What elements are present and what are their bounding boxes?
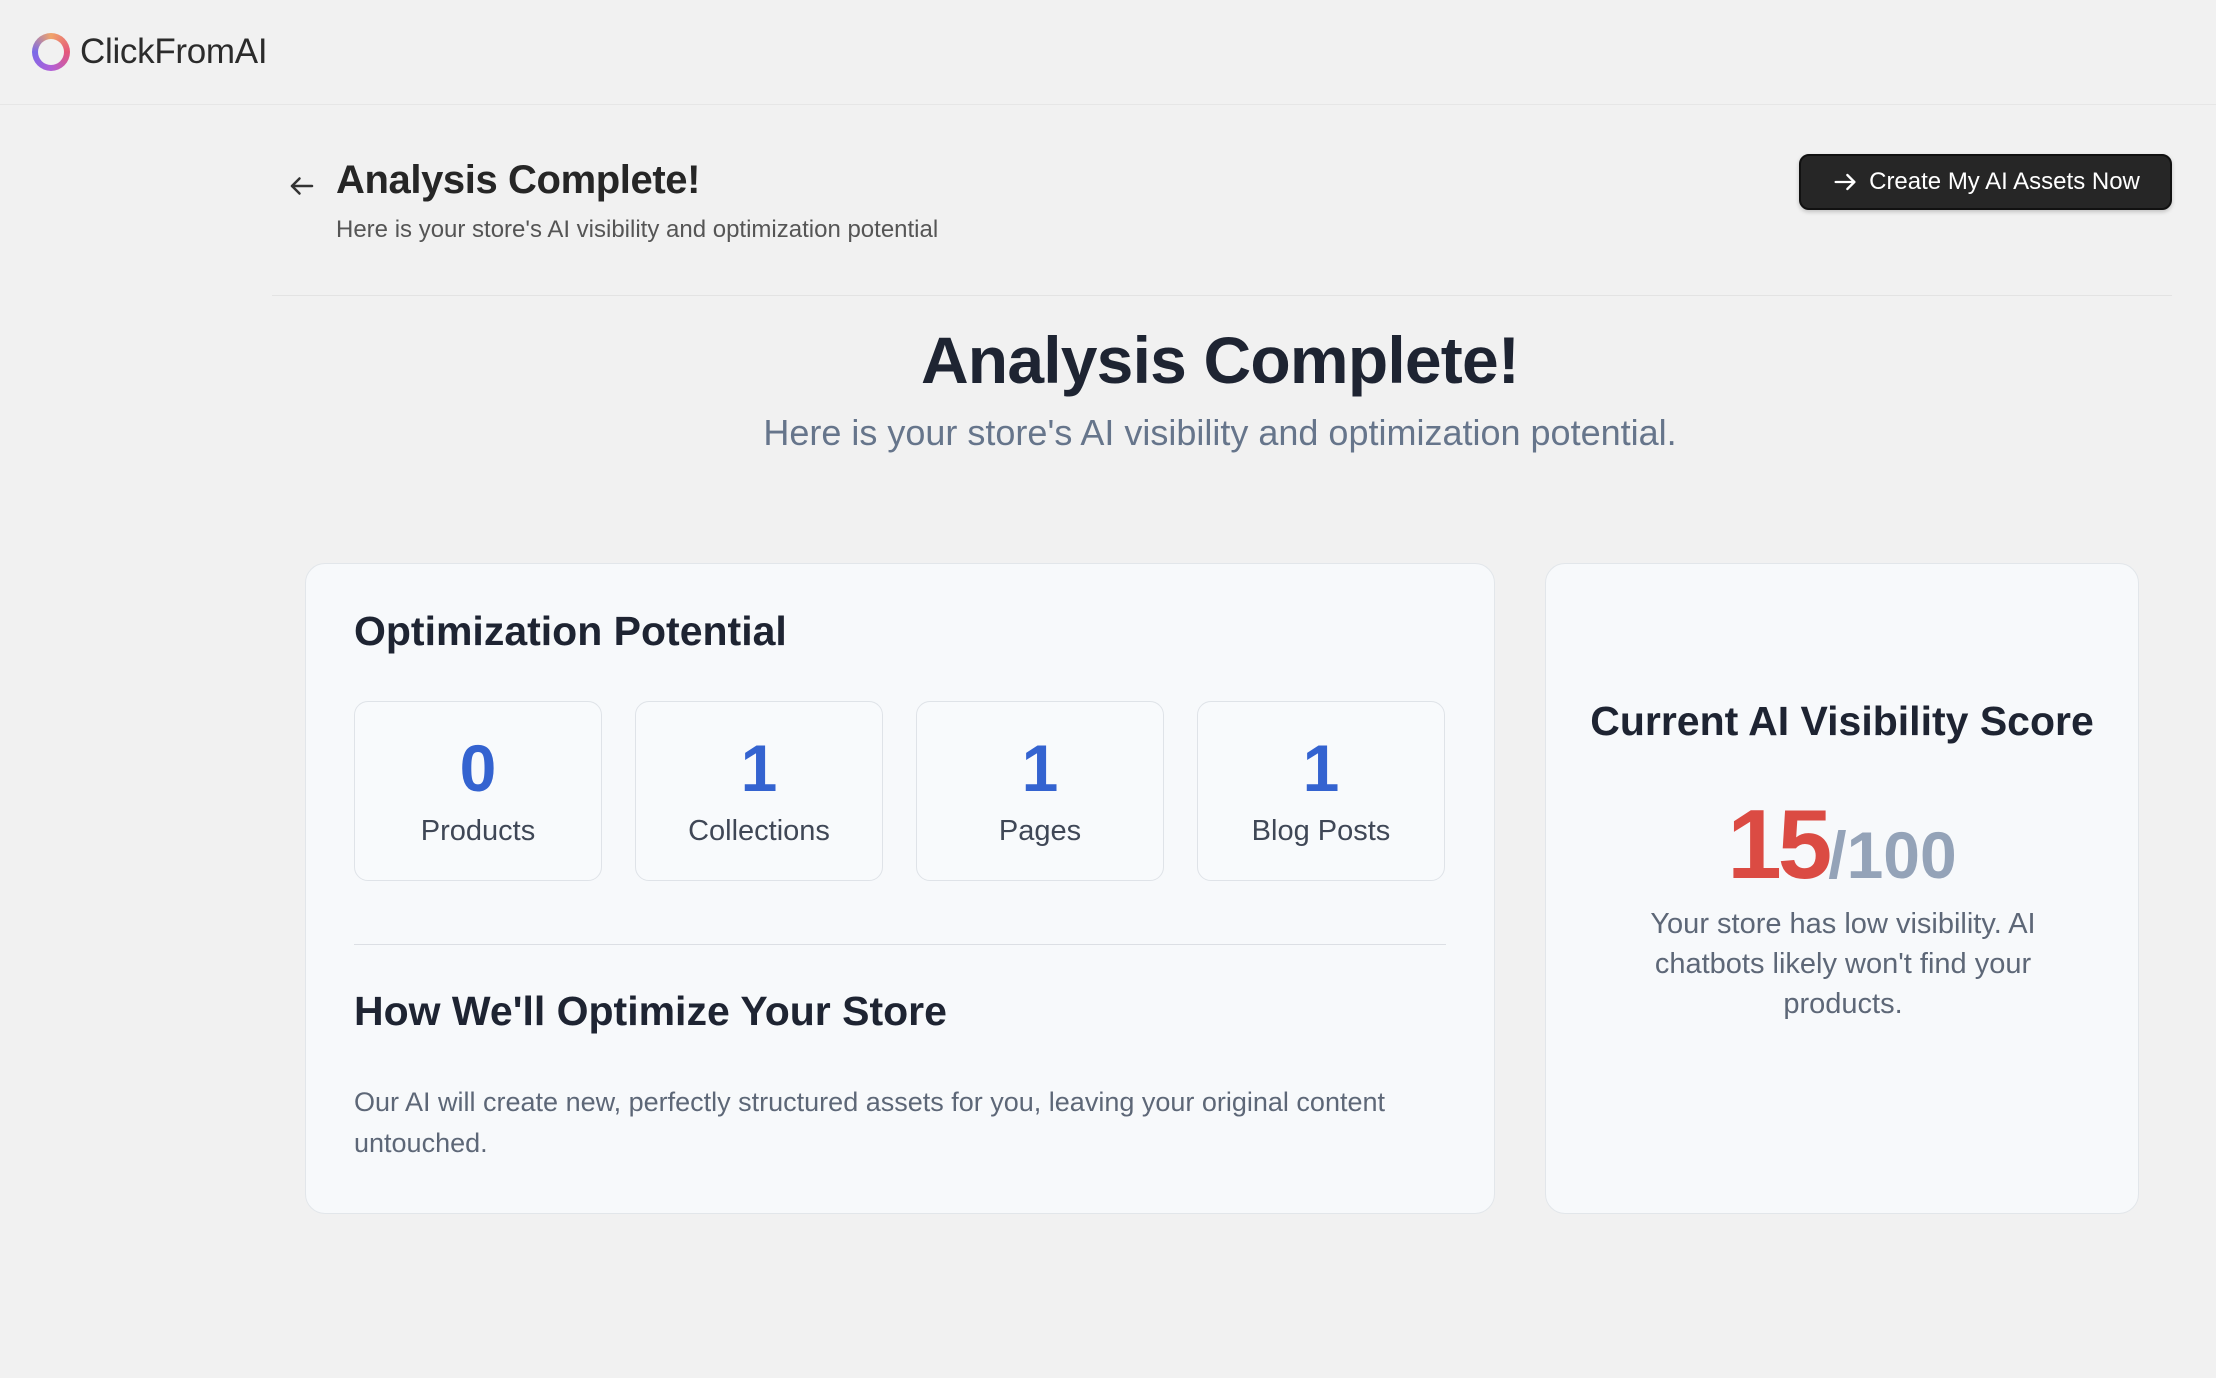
- hero-subtitle: Here is your store's AI visibility and o…: [763, 412, 1677, 453]
- top-nav: ClickFromAI: [0, 0, 2216, 105]
- score-display: 15/100: [1546, 788, 2138, 901]
- score-title: Current AI Visibility Score: [1590, 698, 2094, 744]
- arrow-right-icon: [1834, 173, 1856, 191]
- divider: [354, 944, 1446, 945]
- score-value: 15: [1727, 789, 1832, 899]
- page-header: Analysis Complete! Here is your store's …: [272, 150, 2172, 296]
- stat-label: Collections: [688, 814, 830, 847]
- how-description: Our AI will create new, perfectly struct…: [354, 1087, 1385, 1158]
- optimization-card: Optimization Potential 0 Products 1 Coll…: [305, 563, 1495, 1214]
- brand-name[interactable]: ClickFromAI: [80, 32, 268, 72]
- stat-pages: 1 Pages: [916, 701, 1164, 881]
- score-max: /100: [1828, 818, 1957, 892]
- ring-logo-icon[interactable]: [32, 33, 70, 71]
- create-assets-button[interactable]: Create My AI Assets Now: [1799, 154, 2172, 210]
- page-subtitle: Here is your store's AI visibility and o…: [336, 216, 939, 243]
- arrow-left-icon: [290, 177, 314, 195]
- score-description: Your store has low visibility. AI chatbo…: [1650, 908, 2036, 1020]
- stat-label: Blog Posts: [1251, 814, 1391, 847]
- stat-value: 1: [1302, 730, 1340, 805]
- hero-title: Analysis Complete!: [920, 323, 1520, 397]
- stat-label: Pages: [998, 814, 1082, 847]
- stat-label: Products: [420, 814, 536, 847]
- optimization-title: Optimization Potential: [354, 608, 787, 654]
- stat-products: 0 Products: [354, 701, 602, 881]
- create-assets-label: Create My AI Assets Now: [1869, 168, 2140, 195]
- stat-value: 0: [459, 730, 497, 805]
- visibility-score-card: Current AI Visibility Score 15/100 Your …: [1545, 563, 2139, 1214]
- stat-value: 1: [1021, 730, 1059, 805]
- stat-blog-posts: 1 Blog Posts: [1197, 701, 1445, 881]
- stat-value: 1: [740, 730, 778, 805]
- stat-collections: 1 Collections: [635, 701, 883, 881]
- back-button[interactable]: [282, 166, 322, 206]
- stats-row: 0 Products 1 Collections 1 Pages 1 Blog …: [354, 701, 1445, 881]
- how-title: How We'll Optimize Your Store: [354, 988, 947, 1034]
- page-title: Analysis Complete!: [336, 158, 701, 202]
